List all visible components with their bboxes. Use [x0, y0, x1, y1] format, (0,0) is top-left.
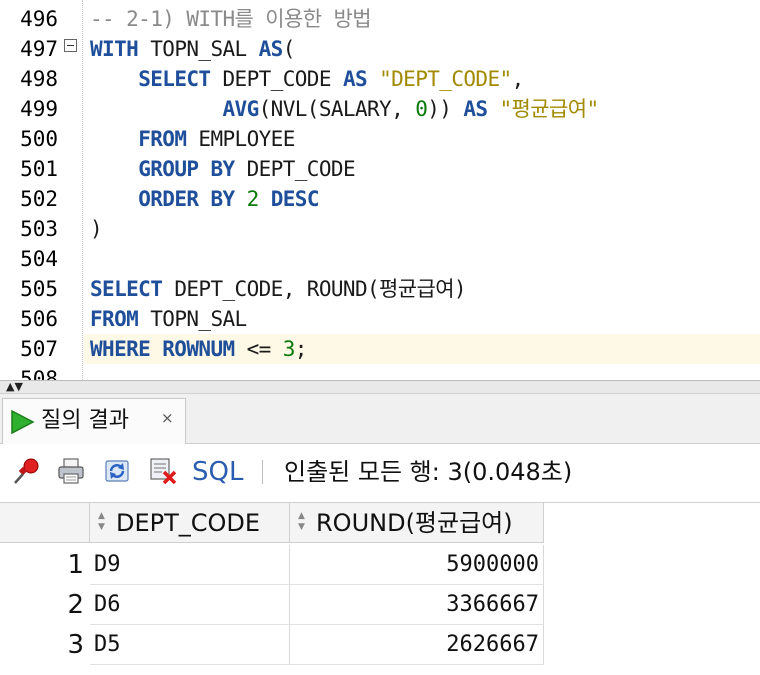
line-number: 501 [20, 157, 58, 181]
identifier: DEPT_CODE [222, 67, 332, 91]
keyword: AS [342, 67, 368, 91]
line-number: 499 [20, 97, 58, 121]
clear-icon[interactable] [148, 456, 178, 486]
row-number: 3 [67, 630, 84, 660]
punctuation: ; [294, 337, 308, 361]
cell-dept-code[interactable]: D9 [90, 545, 290, 585]
keyword: DESC [270, 187, 320, 211]
line-number: 504 [20, 247, 58, 271]
number-literal: 2 [246, 187, 260, 211]
identifier: (NVL(SALARY, [258, 97, 416, 121]
close-icon[interactable]: × [161, 409, 174, 427]
identifier: DEPT_CODE, ROUND(평균급여) [174, 277, 466, 301]
keyword: AVG [222, 97, 259, 121]
line-number: 496 [20, 7, 58, 31]
keyword: FROM [138, 127, 187, 151]
row-number: 1 [67, 550, 84, 580]
line-number: 502 [20, 187, 58, 211]
punctuation: )) [427, 97, 452, 121]
keyword: ROWNUM [162, 337, 235, 361]
sort-icon[interactable]: ▲ ▼ [98, 511, 105, 533]
code-line-497[interactable]: WITH TOPN_SAL AS( [90, 34, 295, 64]
code-line-505[interactable]: SELECT DEPT_CODE, ROUND(평균급여) [90, 274, 467, 304]
line-number: 500 [20, 127, 58, 151]
fold-icon[interactable] [64, 39, 77, 52]
cell-dept-code[interactable]: D5 [90, 625, 290, 665]
keyword: GROUP BY [138, 157, 235, 181]
cell-dept-code[interactable]: D6 [90, 585, 290, 625]
tab-label: 질의 결과 [41, 408, 129, 433]
pin-icon[interactable] [12, 456, 42, 486]
result-grid[interactable]: ▲ ▼ DEPT_CODE ▲ ▼ ROUND(평균급여) 1 D9 5900000… [0, 502, 760, 675]
tab-query-result[interactable]: 질의 결과 × [2, 398, 186, 444]
cell-round[interactable]: 5900000 [290, 545, 544, 585]
identifier: TOPN_SAL [150, 307, 247, 331]
sql-button[interactable]: SQL [192, 456, 243, 488]
number-literal: 0 [415, 97, 428, 121]
fetch-status: 인출된 모든 행: 3(0.048초) [284, 458, 573, 486]
punctuation: , [511, 67, 525, 91]
identifier: TOPN_SAL [150, 37, 247, 61]
string-literal: "평균급여" [499, 97, 600, 121]
keyword: SELECT [90, 277, 163, 301]
line-number: 505 [20, 277, 58, 301]
identifier: EMPLOYEE [198, 127, 295, 151]
code-line-507[interactable]: WHERE ROWNUM <= 3; [90, 334, 307, 364]
column-header-dept-code[interactable]: ▲ ▼ DEPT_CODE [90, 503, 290, 543]
comment: -- 2-1) WITH를 이용한 방법 [90, 7, 372, 31]
code-line-500[interactable]: FROM EMPLOYEE [90, 124, 295, 154]
keyword: SELECT [138, 67, 211, 91]
line-number: 506 [20, 307, 58, 331]
row-number: 2 [67, 590, 84, 620]
keyword: AS [463, 97, 488, 121]
line-number: 498 [20, 67, 58, 91]
code-line-496[interactable]: -- 2-1) WITH를 이용한 방법 [90, 4, 372, 34]
cell-round[interactable]: 3366667 [290, 585, 544, 625]
line-number: 503 [20, 217, 58, 241]
code-line-498[interactable]: SELECT DEPT_CODE AS "DEPT_CODE", [90, 64, 524, 94]
panel-splitter[interactable]: ▲▼ [0, 380, 760, 394]
line-number: 497 [20, 37, 58, 61]
result-tabbar: 질의 결과 × [0, 394, 760, 444]
keyword: FROM [90, 307, 139, 331]
code-line-501[interactable]: GROUP BY DEPT_CODE [90, 154, 355, 184]
print-icon[interactable] [56, 456, 86, 486]
punctuation: ( [282, 37, 296, 61]
refresh-icon[interactable] [102, 456, 132, 486]
string-literal: "DEPT_CODE" [379, 67, 512, 91]
result-toolbar: SQL 인출된 모든 행: 3(0.048초) [0, 444, 760, 502]
keyword: ORDER BY [138, 187, 235, 211]
fold-guide [82, 0, 83, 380]
column-header-label: ROUND(평균급여) [316, 509, 513, 537]
code-line-506[interactable]: FROM TOPN_SAL [90, 304, 247, 334]
sort-icon[interactable]: ▲ ▼ [298, 511, 305, 533]
keyword: WITH [90, 37, 139, 61]
row-number-header [0, 503, 90, 543]
run-tab-icon [11, 409, 35, 435]
number-literal: 3 [282, 337, 296, 361]
line-number: 507 [20, 337, 58, 361]
keyword: AS [258, 37, 284, 61]
sql-editor[interactable]: 496 497 498 499 500 501 502 503 504 505 … [0, 0, 760, 380]
keyword: WHERE [90, 337, 151, 361]
line-number: 508 [20, 367, 58, 380]
splitter-arrows-icon[interactable]: ▲▼ [6, 381, 23, 393]
identifier: DEPT_CODE [246, 157, 356, 181]
code-line-502[interactable]: ORDER BY 2 DESC [90, 184, 319, 214]
column-header-round[interactable]: ▲ ▼ ROUND(평균급여) [290, 503, 544, 543]
toolbar-separator [262, 460, 263, 484]
column-header-label: DEPT_CODE [116, 509, 261, 537]
code-line-499[interactable]: AVG(NVL(SALARY, 0)) AS "평균급여" [90, 94, 600, 124]
cell-round[interactable]: 2626667 [290, 625, 544, 665]
code-line-503[interactable]: ) [90, 214, 103, 244]
punctuation: ) [90, 217, 103, 241]
operator: <= [246, 337, 272, 361]
